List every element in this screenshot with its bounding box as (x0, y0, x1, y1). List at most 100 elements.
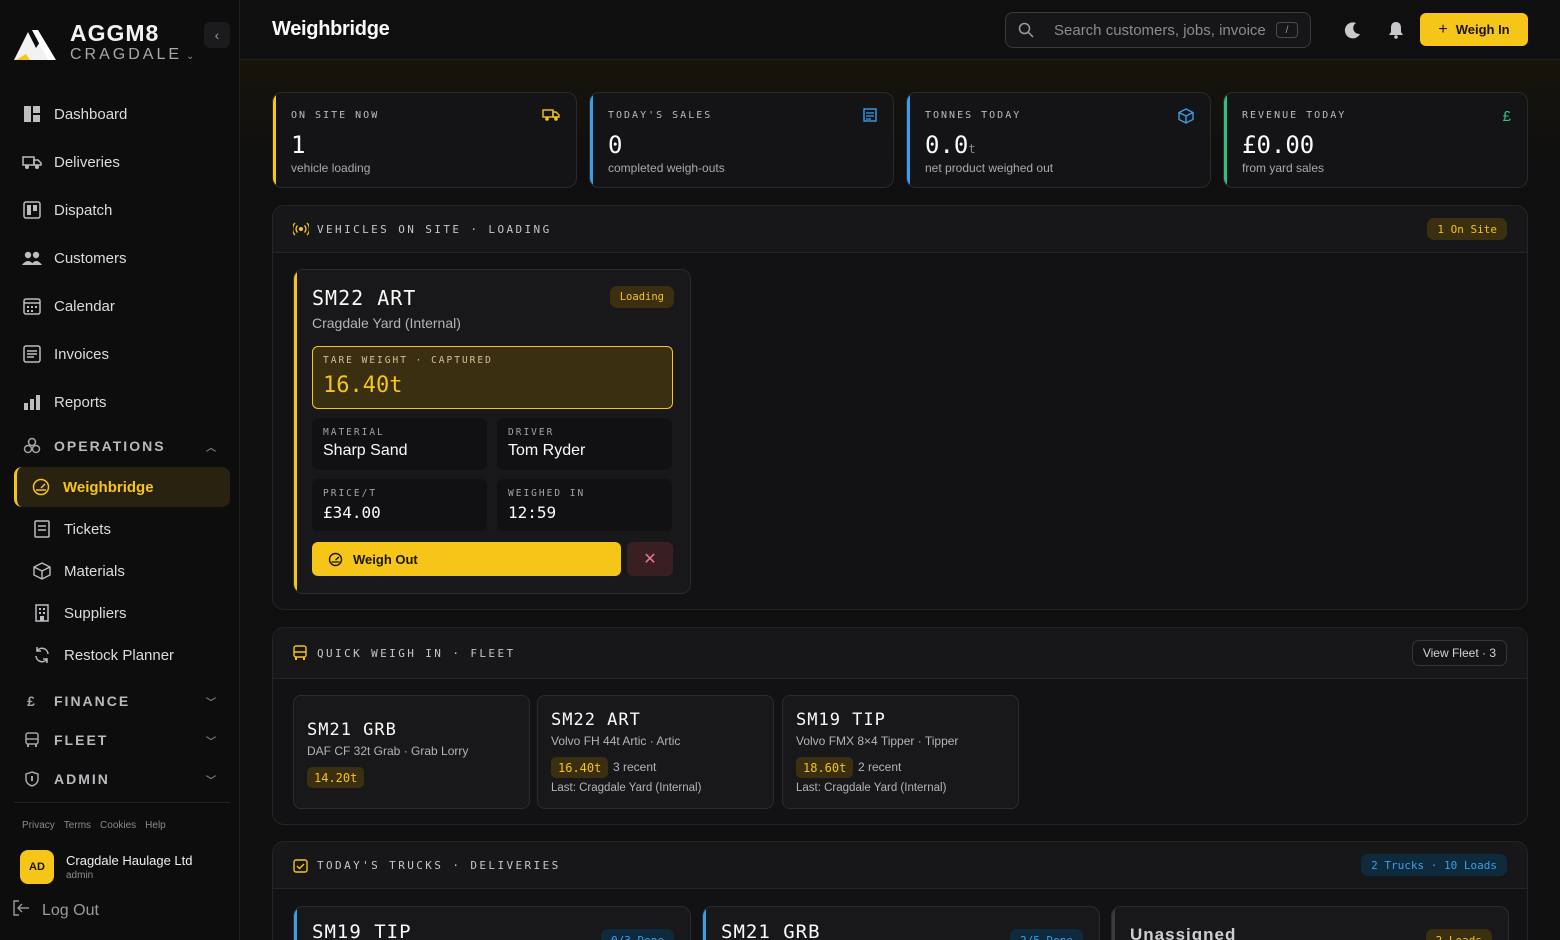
nav-item-restock-planner[interactable]: Restock Planner (14, 635, 230, 675)
stat-label: TODAY'S SALES (608, 110, 713, 121)
help-link[interactable]: Help (145, 820, 166, 831)
panel-header: QUICK WEIGH IN · FLEET View Fleet · 3 (273, 628, 1527, 679)
chevron-left-icon: ‹ (214, 27, 220, 43)
pound-icon: £ (1502, 108, 1511, 125)
weigh-out-label: Weigh Out (353, 551, 418, 567)
nav-item-suppliers[interactable]: Suppliers (14, 593, 230, 633)
fleet-card-sm19-tip[interactable]: SM19 TIP Volvo FMX 8×4 Tipper · Tipper 1… (782, 695, 1019, 809)
gauge-icon (328, 552, 343, 566)
fleet-card-sm21-grb[interactable]: SM21 GRB DAF CF 32t Grab · Grab Lorry 14… (293, 695, 530, 809)
nav-item-dispatch[interactable]: Dispatch (14, 190, 230, 230)
truck-icon (22, 152, 42, 172)
vehicle-reg: SM22 ART (312, 286, 417, 310)
stat-label: REVENUE TODAY (1242, 110, 1347, 121)
collapse-sidebar-button[interactable]: ‹ (204, 22, 230, 48)
weigh-out-button[interactable]: Weigh Out (312, 542, 621, 576)
box-icon (1178, 108, 1194, 129)
trucks-summary-badge: 2 Trucks · 10 Loads (1361, 854, 1507, 876)
view-fleet-button[interactable]: View Fleet · 3 (1411, 640, 1507, 666)
site-name: CRAGDALE (70, 46, 183, 63)
truck-card-unassigned[interactable]: Unassigned 2 Loads (1111, 906, 1509, 940)
cancel-button[interactable]: ✕ (627, 542, 673, 576)
logout-icon (12, 900, 30, 921)
stat-sub: vehicle loading (291, 161, 371, 175)
nav-label: Restock Planner (64, 646, 175, 664)
cell-label: DRIVER (508, 427, 555, 438)
privacy-link[interactable]: Privacy (22, 820, 55, 831)
nav-label: Dispatch (54, 201, 113, 219)
bell-icon (1389, 22, 1403, 39)
logout-button[interactable]: Log Out (12, 900, 99, 921)
notifications-button[interactable] (1384, 18, 1408, 42)
card-accent (1112, 907, 1115, 940)
nav-item-invoices[interactable]: Invoices (14, 334, 230, 374)
nav-label: Deliveries (54, 153, 120, 171)
avatar: AD (20, 850, 54, 884)
panel-title: QUICK WEIGH IN · FLEET (317, 647, 516, 660)
price-value: £34.00 (323, 503, 381, 522)
panel-header: TODAY'S TRUCKS · DELIVERIES 2 Trucks · 1… (273, 842, 1527, 889)
nav-item-materials[interactable]: Materials (14, 551, 230, 591)
last-location: Last: Cragdale Yard (Internal) (796, 782, 947, 794)
vehicle-reg: SM21 GRB (307, 720, 397, 740)
section-fleet[interactable]: FLEET ﹀ (14, 722, 230, 758)
cell-label: PRICE/T (323, 488, 378, 499)
price-cell: PRICE/T £34.00 (312, 479, 487, 531)
nav-item-customers[interactable]: Customers (14, 238, 230, 278)
vehicle-model: DAF CF 32t Grab · Grab Lorry (307, 744, 469, 758)
weigh-in-button[interactable]: + Weigh In (1420, 13, 1528, 46)
stat-sub: from yard sales (1242, 161, 1325, 175)
dashboard-icon (22, 104, 42, 124)
stat-tonnes-today: TONNES TODAY 0.0t net product weighed ou… (906, 92, 1211, 188)
progress-badge: 0/3 Done (601, 929, 674, 940)
tare-badge: 16.40t (551, 757, 609, 778)
chevron-up-icon: ︿ (206, 442, 218, 454)
search-shortcut: / (1276, 22, 1298, 38)
account-menu[interactable]: AD Cragdale Haulage Ltd admin (20, 850, 192, 884)
moon-icon (1344, 22, 1360, 39)
status-badge: Loading (609, 286, 674, 308)
vehicles-on-site-panel: VEHICLES ON SITE · LOADING 1 On Site SM2… (272, 205, 1528, 610)
cookies-link[interactable]: Cookies (100, 820, 136, 831)
brand[interactable]: AGGM8 CRAGDALE ⌄ (14, 18, 224, 68)
search-input[interactable]: Search customers, jobs, invoices… / (1005, 12, 1311, 48)
nav-item-dashboard[interactable]: Dashboard (14, 94, 230, 134)
account-name: Cragdale Haulage Ltd (66, 853, 193, 868)
nav-item-deliveries[interactable]: Deliveries (14, 142, 230, 182)
vehicle-card[interactable]: SM22 ART Cragdale Yard (Internal) Loadin… (293, 269, 691, 594)
ticket-icon (32, 519, 52, 539)
terms-link[interactable]: Terms (64, 820, 91, 831)
site-selector[interactable]: CRAGDALE ⌄ (70, 46, 194, 64)
theme-toggle-button[interactable] (1341, 18, 1365, 42)
fleet-card-sm22-art[interactable]: SM22 ART Volvo FH 44t Artic · Artic 16.4… (537, 695, 774, 809)
nav-label: Reports (54, 393, 107, 411)
refresh-icon (32, 645, 52, 665)
todays-trucks-panel: TODAY'S TRUCKS · DELIVERIES 2 Trucks · 1… (272, 841, 1528, 940)
account-role: admin (66, 870, 94, 881)
close-icon: ✕ (643, 551, 657, 568)
stat-accent (273, 93, 276, 187)
building-icon (32, 603, 52, 623)
gauge-icon (31, 477, 51, 497)
nav-label: Suppliers (64, 604, 127, 622)
nav-item-tickets[interactable]: Tickets (14, 509, 230, 549)
vehicle-reg: SM19 TIP (796, 710, 886, 730)
weigh-in-label: Weigh In (1455, 22, 1510, 37)
nav-item-calendar[interactable]: Calendar (14, 286, 230, 326)
nav-item-reports[interactable]: Reports (14, 382, 230, 422)
footer-links: Privacy Terms Cookies Help (22, 820, 166, 831)
search-placeholder: Search customers, jobs, invoices… (1054, 22, 1266, 39)
broadcast-icon (291, 222, 311, 241)
stat-revenue-today: REVENUE TODAY £0.00 from yard sales £ (1223, 92, 1528, 188)
stat-accent (1224, 93, 1227, 187)
vehicle-reg: SM22 ART (551, 710, 641, 730)
truck-card-sm19-tip[interactable]: SM19 TIP 0/3 Done (293, 906, 691, 940)
bar-chart-icon (22, 392, 42, 412)
vehicle-model: Volvo FMX 8×4 Tipper · Tipper (796, 734, 959, 748)
weighed-in-cell: WEIGHED IN 12:59 (497, 479, 672, 531)
section-finance[interactable]: £ FINANCE ﹀ (14, 683, 230, 719)
nav-item-weighbridge[interactable]: Weighbridge (14, 467, 230, 507)
section-admin[interactable]: ADMIN ﹀ (14, 761, 230, 797)
section-operations[interactable]: OPERATIONS ︿ (14, 428, 230, 464)
truck-card-sm21-grb[interactable]: SM21 GRB 2/5 Done (702, 906, 1100, 940)
